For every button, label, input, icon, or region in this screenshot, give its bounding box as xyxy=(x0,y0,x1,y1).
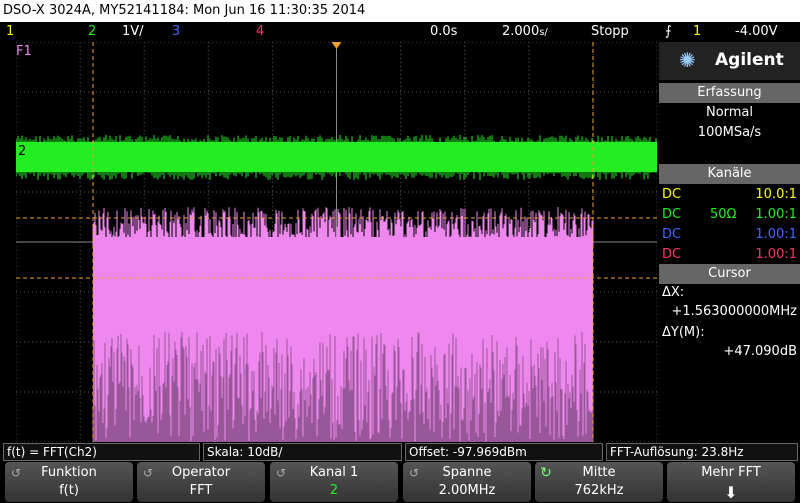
softkey-label: Kanal 1 xyxy=(309,465,359,480)
scale-unit-icon: V/ xyxy=(130,24,144,39)
channel-coupling: DC xyxy=(662,187,682,202)
softkey-value: f(t) xyxy=(59,483,79,498)
softkey-value: 2 xyxy=(329,483,339,498)
channel-coupling: DC xyxy=(662,207,682,222)
cursor-header: Cursor xyxy=(659,264,800,284)
channel-row: DC 10.0:1 xyxy=(662,185,797,204)
softkey-kanal-1[interactable]: ↺ Kanal 1 2 xyxy=(270,462,398,502)
softkey-label: Mehr FFT xyxy=(701,465,761,480)
delta-y-label: ΔY(M): xyxy=(662,325,705,340)
channel-impedance: 50Ω xyxy=(710,207,737,222)
softkey-value: 762kHz xyxy=(574,483,624,498)
channel-probe-ratio: 1.00:1 xyxy=(755,227,797,242)
title-bar: DSO-X 3024A, MY52141184: Mon Jun 16 11:3… xyxy=(0,0,800,22)
softkey-mitte[interactable]: ↻ Mitte 762kHz xyxy=(535,462,663,502)
softkey-value: 2.00MHz xyxy=(438,483,496,498)
info-panel: ✺ Agilent Erfassung Normal 100MSa/s Kanä… xyxy=(659,42,800,442)
softkey-operator[interactable]: ↺ Operator FFT xyxy=(137,462,265,502)
acquisition-header: Erfassung xyxy=(659,83,800,103)
fft-resolution-field: FFT-Auflösung: 23.8Hz xyxy=(606,443,798,461)
ch2-ground-marker[interactable]: 2 xyxy=(16,144,29,159)
math-info-bar: f(t) = FFT(Ch2) Skala: 10dB/ Offset: -97… xyxy=(0,443,800,461)
delta-x-value: +1.563000000MHz xyxy=(671,304,797,319)
channels-header: Kanäle xyxy=(659,164,800,184)
delta-y-value: +47.090dB xyxy=(723,344,797,359)
waveform-display[interactable]: F1 2 xyxy=(15,41,658,443)
softkey-bar: ↺ Funktion f(t) ↺ Operator FFT ↺ Kanal 1… xyxy=(0,461,800,503)
brand-box: ✺ Agilent xyxy=(659,42,800,80)
agilent-spark-icon: ✺ xyxy=(679,48,696,72)
channel-probe-ratio: 1.00:1 xyxy=(755,207,797,222)
channel-3-indicator[interactable]: 3 xyxy=(172,22,180,42)
window-title: DSO-X 3024A, MY52141184: Mon Jun 16 11:3… xyxy=(3,3,366,18)
fft-label: F1 xyxy=(16,44,32,59)
channel-4-indicator[interactable]: 4 xyxy=(256,22,264,42)
more-arrow-icon: ⬇ xyxy=(724,483,738,502)
offset-field: Offset: -97.969dBm xyxy=(405,443,603,461)
channel-1-indicator[interactable]: 1 xyxy=(6,22,14,42)
time-base-value: 2.000 xyxy=(502,24,540,39)
channel-row: DC 50Ω 1.00:1 xyxy=(662,205,797,224)
channel-2-indicator[interactable]: 2 xyxy=(88,22,96,42)
trigger-level[interactable]: -4.00V xyxy=(735,22,778,42)
channel-2-scale[interactable]: 1V/ xyxy=(122,22,144,42)
softkey-label: Mitte xyxy=(582,465,616,480)
softkey-funktion[interactable]: ↺ Funktion f(t) xyxy=(5,462,133,502)
run-state[interactable]: Stopp xyxy=(591,22,629,42)
softkey-label: Operator xyxy=(171,465,231,480)
trigger-channel[interactable]: 1 xyxy=(693,22,701,42)
sample-rate: 100MSa/s xyxy=(697,125,762,140)
status-bar: 1 2 1V/ 3 4 0.0s 2.000s/ Stopp ⨍ 1 -4.00… xyxy=(0,22,800,42)
channel-coupling: DC xyxy=(662,227,682,242)
channel-probe-ratio: 1.00:1 xyxy=(755,247,797,262)
waveform-svg xyxy=(15,41,658,443)
trigger-position-marker xyxy=(331,42,342,49)
softkey-label: Funktion xyxy=(41,465,97,480)
time-base[interactable]: 2.000s/ xyxy=(502,22,548,43)
softkey-value: FFT xyxy=(189,483,213,498)
softkey-spanne[interactable]: ↺ Spanne 2.00MHz xyxy=(403,462,531,502)
scale-field: Skala: 10dB/ xyxy=(203,443,402,461)
channel-row: DC 1.00:1 xyxy=(662,245,797,264)
channel-coupling: DC xyxy=(662,247,682,262)
delta-x-label: ΔX: xyxy=(662,285,685,300)
time-offset[interactable]: 0.0s xyxy=(430,22,457,42)
channel-probe-ratio: 10.0:1 xyxy=(755,187,797,202)
softkey-label: Spanne xyxy=(442,465,492,480)
softkey-mehr-fft[interactable]: Mehr FFT ⬇ xyxy=(667,462,795,502)
math-function-field: f(t) = FFT(Ch2) xyxy=(3,443,200,461)
channel-row: DC 1.00:1 xyxy=(662,225,797,244)
trigger-edge-icon: ⨍ xyxy=(665,24,672,39)
acquisition-mode: Normal xyxy=(705,105,754,120)
brand-name: Agilent xyxy=(715,50,784,70)
time-base-unit: s/ xyxy=(539,27,548,38)
